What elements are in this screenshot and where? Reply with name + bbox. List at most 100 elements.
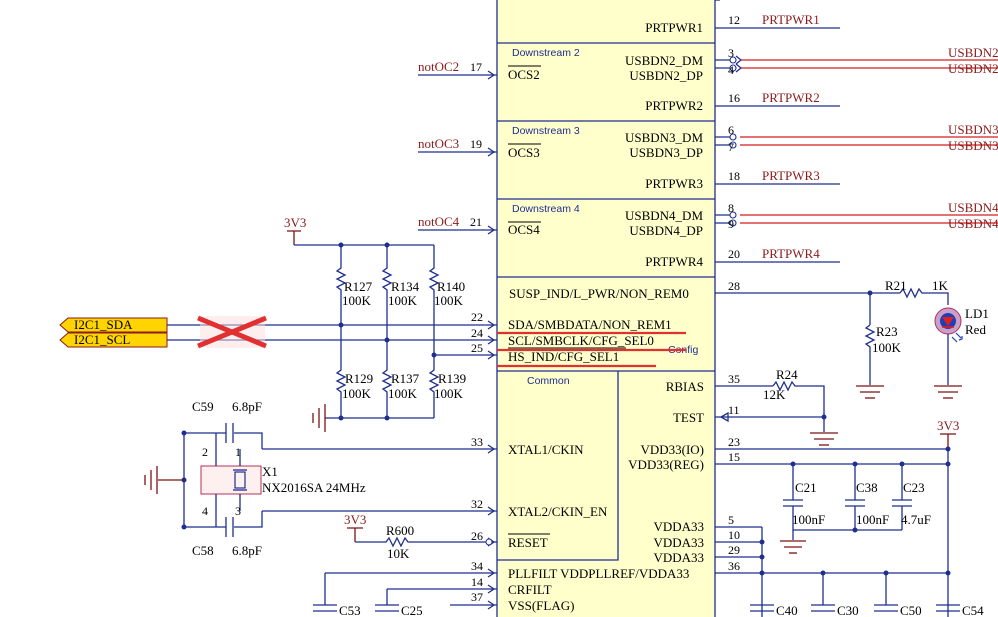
c58-capacitor[interactable]	[184, 511, 263, 537]
section-common: Common	[527, 375, 570, 387]
net-usbdn2-dm[interactable]: USBDN2	[948, 45, 998, 60]
svg-text:9: 9	[728, 217, 734, 231]
svg-text:R139: R139	[438, 371, 466, 386]
svg-text:VDDA33: VDDA33	[653, 519, 704, 534]
svg-text:R134: R134	[391, 279, 420, 294]
svg-text:100K: 100K	[872, 340, 902, 355]
svg-text:VDD33(REG): VDD33(REG)	[628, 457, 704, 472]
port-i2c1-scl[interactable]: I2C1_SCL	[59, 332, 168, 348]
svg-text:notOC3: notOC3	[418, 136, 459, 151]
svg-text:3: 3	[235, 504, 241, 518]
svg-text:R21: R21	[885, 278, 907, 293]
svg-text:5: 5	[728, 513, 734, 527]
svg-text:C53: C53	[339, 603, 361, 617]
pin-prtpwr1-label: PRTPWR1	[645, 20, 703, 35]
svg-text:USBDN4_DM: USBDN4_DM	[625, 208, 703, 223]
r129-resistor[interactable]	[335, 325, 347, 418]
svg-text:CRFILT: CRFILT	[508, 582, 552, 597]
net-usbdn4-dp[interactable]: USBDN4	[948, 216, 998, 231]
port-i2c1-sda[interactable]: I2C1_SDA	[59, 317, 168, 333]
section-downstream4: Downstream 4	[512, 203, 580, 215]
svg-text:XTAL2/CKIN_EN: XTAL2/CKIN_EN	[508, 504, 608, 519]
r23-resistor[interactable]	[864, 324, 876, 385]
svg-text:4: 4	[202, 504, 208, 518]
svg-text:NX2016SA 24MHz: NX2016SA 24MHz	[262, 480, 366, 495]
svg-text:C58: C58	[192, 543, 214, 558]
net-3v3-pullup[interactable]: 3V3	[284, 215, 306, 230]
c21-capacitor[interactable]	[783, 464, 803, 540]
r137-resistor[interactable]	[381, 340, 393, 418]
net-prtpwr1[interactable]: PRTPWR1	[762, 12, 820, 27]
svg-text:C23: C23	[903, 480, 925, 495]
svg-text:32: 32	[471, 497, 483, 511]
svg-text:34: 34	[471, 559, 483, 573]
svg-text:25: 25	[471, 341, 483, 355]
svg-text:PRTPWR2: PRTPWR2	[645, 98, 703, 113]
svg-text:VSS(FLAG): VSS(FLAG)	[508, 598, 574, 613]
svg-text:6.8pF: 6.8pF	[232, 543, 262, 558]
svg-text:100K: 100K	[434, 293, 464, 308]
svg-text:notOC4: notOC4	[418, 214, 460, 229]
svg-text:C50: C50	[900, 603, 922, 617]
ground-pullup	[312, 404, 326, 432]
svg-text:TEST: TEST	[673, 410, 704, 425]
ground-rbias	[810, 432, 838, 446]
c30-capacitor[interactable]	[811, 604, 835, 612]
svg-text:OCS4: OCS4	[508, 222, 540, 237]
net-usbdn2-dp[interactable]: USBDN2	[948, 61, 998, 76]
ground-vdd	[780, 540, 806, 554]
svg-text:26: 26	[471, 529, 483, 543]
svg-text:20: 20	[728, 247, 740, 261]
svg-text:33: 33	[471, 435, 483, 449]
svg-text:100K: 100K	[388, 293, 418, 308]
svg-text:C40: C40	[776, 603, 798, 617]
net-prtpwr3[interactable]: PRTPWR3	[762, 168, 820, 183]
svg-text:OCS2: OCS2	[508, 67, 540, 82]
svg-text:22: 22	[471, 310, 483, 324]
svg-text:SDA/SMBDATA/NON_REM1: SDA/SMBDATA/NON_REM1	[508, 317, 672, 332]
pin-usbdn2-dp-label: USBDN2_DP	[629, 68, 703, 83]
svg-text:XTAL1/CKIN: XTAL1/CKIN	[508, 442, 584, 457]
x1-crystal[interactable]	[200, 433, 262, 527]
svg-text:2: 2	[202, 445, 208, 459]
svg-text:12K: 12K	[763, 387, 786, 402]
svg-text:1: 1	[235, 445, 241, 459]
svg-text:11: 11	[728, 403, 740, 417]
c53-capacitor[interactable]	[313, 604, 337, 612]
c25-capacitor[interactable]	[375, 604, 399, 612]
svg-text:USBDN3_DP: USBDN3_DP	[629, 145, 703, 160]
svg-text:C54: C54	[962, 603, 984, 617]
svg-text:6: 6	[728, 123, 734, 137]
net-prtpwr2[interactable]: PRTPWR2	[762, 90, 820, 105]
svg-text:R129: R129	[345, 371, 373, 386]
svg-text:PLLFILT VDDPLLREF/VDDA33: PLLFILT VDDPLLREF/VDDA33	[508, 566, 689, 581]
schematic-canvas: Downstream 2 Downstream 3 Downstream 4 C…	[59, 0, 998, 617]
c59-capacitor[interactable]	[184, 423, 263, 449]
svg-text:OCS3: OCS3	[508, 145, 540, 160]
net-usbdn3-dp[interactable]: USBDN3	[948, 138, 998, 153]
c50-capacitor[interactable]	[874, 604, 898, 612]
strike-x-mark	[197, 315, 267, 349]
svg-text:PRTPWR4: PRTPWR4	[645, 254, 703, 269]
net-usbdn3-dm[interactable]: USBDN3	[948, 122, 998, 137]
svg-text:37: 37	[471, 590, 483, 604]
svg-text:100K: 100K	[434, 386, 464, 401]
svg-text:4: 4	[728, 63, 734, 77]
svg-text:USBDN3_DM: USBDN3_DM	[625, 130, 703, 145]
net-3v3-reset[interactable]: 3V3	[344, 512, 366, 527]
svg-text:3: 3	[728, 46, 734, 60]
net-3v3-vdd[interactable]: 3V3	[937, 418, 959, 433]
section-downstream2: Downstream 2	[512, 47, 580, 59]
svg-text:18: 18	[728, 169, 740, 183]
svg-text:15: 15	[728, 450, 740, 464]
svg-text:RESET: RESET	[508, 535, 548, 550]
svg-text:19: 19	[470, 137, 482, 151]
net-usbdn4-dm[interactable]: USBDN4	[948, 200, 998, 215]
svg-text:VDD33(IO): VDD33(IO)	[640, 442, 704, 457]
svg-text:RBIAS: RBIAS	[666, 379, 704, 394]
net-prtpwr4[interactable]: PRTPWR4	[762, 246, 820, 261]
svg-text:23: 23	[728, 435, 740, 449]
svg-text:7: 7	[728, 140, 734, 154]
svg-text:4.7uF: 4.7uF	[901, 512, 931, 527]
svg-text:HS_IND/CFG_SEL1: HS_IND/CFG_SEL1	[508, 349, 619, 364]
